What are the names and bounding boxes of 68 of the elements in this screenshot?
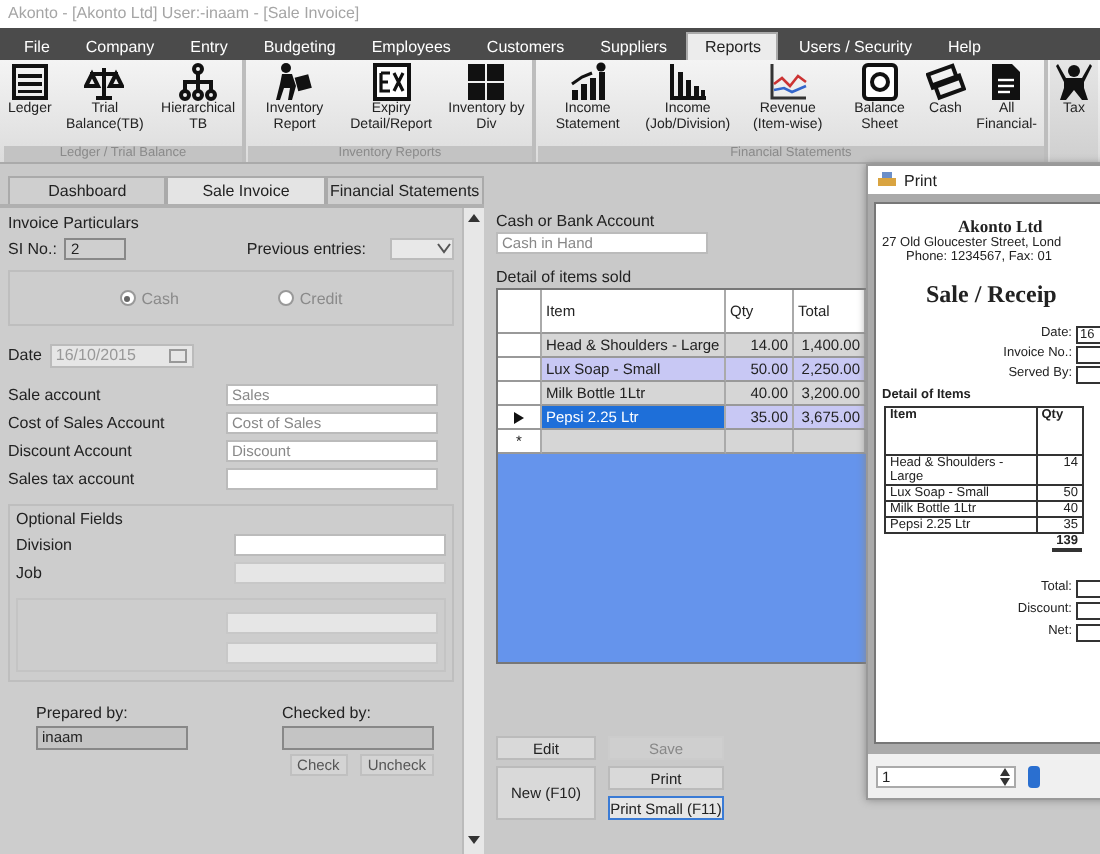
field-label: Job (16, 564, 42, 582)
bar-chart-icon (667, 62, 708, 102)
growth-chart-icon (567, 62, 608, 102)
spinner-arrows-icon (1000, 767, 1010, 785)
receipt-heading: Sale / Receip (926, 280, 1057, 308)
total-field (1076, 580, 1100, 598)
tab[interactable]: Sale Invoice (166, 176, 326, 204)
current-row-icon (514, 411, 524, 423)
menu-item[interactable]: Help (931, 32, 997, 60)
scroll-up-icon (468, 212, 480, 222)
abacus-icon (9, 62, 50, 102)
scroll-down-icon (468, 836, 480, 846)
radio-label: Credit (299, 289, 343, 307)
info-field (1076, 346, 1100, 364)
info-field (1076, 366, 1100, 384)
menu-item[interactable]: Entry (174, 32, 244, 60)
banknotes-icon (925, 62, 966, 102)
calendar-icon (167, 347, 188, 363)
dialog-title: Print (904, 171, 937, 189)
figure-icon (1054, 62, 1094, 102)
table-cell (726, 430, 794, 454)
scrollbar[interactable] (462, 208, 484, 854)
row-header[interactable] (498, 406, 542, 430)
hierarchy-icon (178, 62, 219, 102)
field-label: Cost of Sales Account (8, 414, 165, 432)
scales-icon (84, 62, 125, 102)
section-title: Invoice Particulars (8, 214, 141, 232)
header-cell (498, 290, 542, 334)
grid-title: Detail of items sold (496, 268, 634, 286)
menu-item[interactable]: Employees (355, 32, 467, 60)
radio-button[interactable] (119, 290, 136, 306)
radio-label: Cash (141, 289, 179, 307)
field-label: Checked by: (282, 704, 373, 722)
tab[interactable]: Financial Statements (325, 176, 484, 204)
radio-button[interactable] (277, 290, 294, 306)
tab[interactable]: Dashboard (8, 176, 167, 204)
menu-item[interactable]: Company (69, 32, 171, 60)
menu-item[interactable]: Suppliers (584, 32, 683, 60)
menu-item[interactable]: Users / Security (782, 32, 928, 60)
sheet-icon (859, 62, 900, 102)
total-field (1076, 602, 1100, 620)
optional-field[interactable] (234, 534, 446, 556)
menu-item[interactable]: Reports (686, 32, 779, 60)
worker-icon (274, 62, 315, 102)
total-field (1076, 624, 1100, 642)
field-label: Division (16, 536, 73, 554)
line-chart-icon (767, 62, 808, 102)
menu-item[interactable]: File (8, 32, 66, 60)
section-title: Optional Fields (16, 510, 125, 528)
menu-item[interactable]: Budgeting (247, 32, 352, 60)
field-label: Previous entries: (246, 240, 366, 258)
tiles-icon (466, 62, 507, 102)
field-label: Sale account (8, 386, 101, 404)
zoom-slider-thumb[interactable] (1028, 765, 1040, 787)
field-label: Cash or Bank Account (496, 212, 657, 230)
ex-document-icon (371, 62, 412, 102)
window-title: Akonto - [Akonto Ltd] User:-inaam - [Sale Invoice] (8, 4, 360, 22)
menu-item[interactable]: Customers (470, 32, 581, 60)
field-label: Discount Account (8, 442, 132, 460)
caret-icon (436, 240, 452, 256)
field-label: SI No.: (8, 240, 57, 258)
field-label: Sales tax account (8, 470, 135, 488)
account-field[interactable] (226, 468, 438, 490)
field-label: Prepared by: (36, 704, 130, 722)
company-name: Akonto Ltd (958, 216, 1043, 236)
previous-entries-dropdown[interactable] (390, 238, 454, 260)
printer-icon (878, 172, 896, 188)
field-label: Date (8, 346, 42, 364)
